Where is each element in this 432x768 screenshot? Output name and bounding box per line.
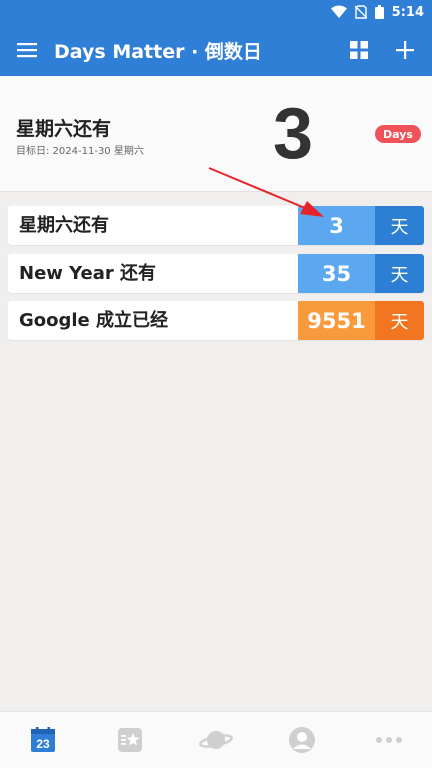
status-bar: 5:14: [0, 0, 432, 24]
add-event-button[interactable]: [382, 24, 428, 76]
featured-event-count: 3: [272, 94, 314, 174]
menu-icon: [17, 43, 37, 58]
event-row[interactable]: Google 成立已经 9551 天: [8, 301, 424, 340]
event-count: 35: [298, 254, 375, 293]
grid-view-button[interactable]: [336, 24, 382, 76]
days-badge: Days: [375, 125, 421, 143]
tab-starred[interactable]: [100, 712, 160, 768]
event-unit: 天: [375, 206, 424, 245]
event-row[interactable]: New Year 还有 35 天: [8, 254, 424, 293]
event-unit: 天: [375, 301, 424, 340]
app-title: Days Matter · 倒数日: [54, 40, 262, 63]
starred-list-icon: [117, 728, 142, 752]
event-label: 星期六还有: [19, 215, 109, 236]
battery-icon: [374, 5, 384, 19]
more-icon: [375, 737, 402, 743]
event-count: 9551: [298, 301, 375, 340]
featured-event-card[interactable]: 星期六还有 目标日: 2024-11-30 星期六 3 Days: [0, 76, 432, 192]
tab-profile[interactable]: [272, 712, 332, 768]
app-bar: Days Matter · 倒数日: [0, 24, 432, 76]
event-label: New Year 还有: [19, 263, 157, 284]
grid-icon: [350, 41, 368, 59]
event-row[interactable]: 星期六还有 3 天: [8, 206, 424, 245]
featured-event-title: 星期六还有: [16, 118, 112, 140]
calendar-icon: 23: [31, 727, 56, 752]
no-sim-icon: [354, 5, 367, 19]
bottom-navigation: 23: [0, 711, 432, 768]
tab-explore[interactable]: [186, 712, 246, 768]
event-unit: 天: [375, 254, 424, 293]
tab-more[interactable]: [359, 712, 419, 768]
featured-event-target-date: 目标日: 2024-11-30 星期六: [16, 146, 144, 157]
event-count: 3: [298, 206, 375, 245]
menu-button[interactable]: [0, 24, 54, 76]
profile-icon: [289, 727, 316, 753]
planet-icon: [199, 731, 233, 749]
wifi-icon: [330, 5, 347, 19]
status-time: 5:14: [391, 4, 424, 20]
event-label: Google 成立已经: [19, 310, 169, 331]
add-icon: [396, 41, 414, 59]
svg-text:23: 23: [37, 737, 51, 751]
tab-calendar[interactable]: 23: [13, 712, 73, 768]
